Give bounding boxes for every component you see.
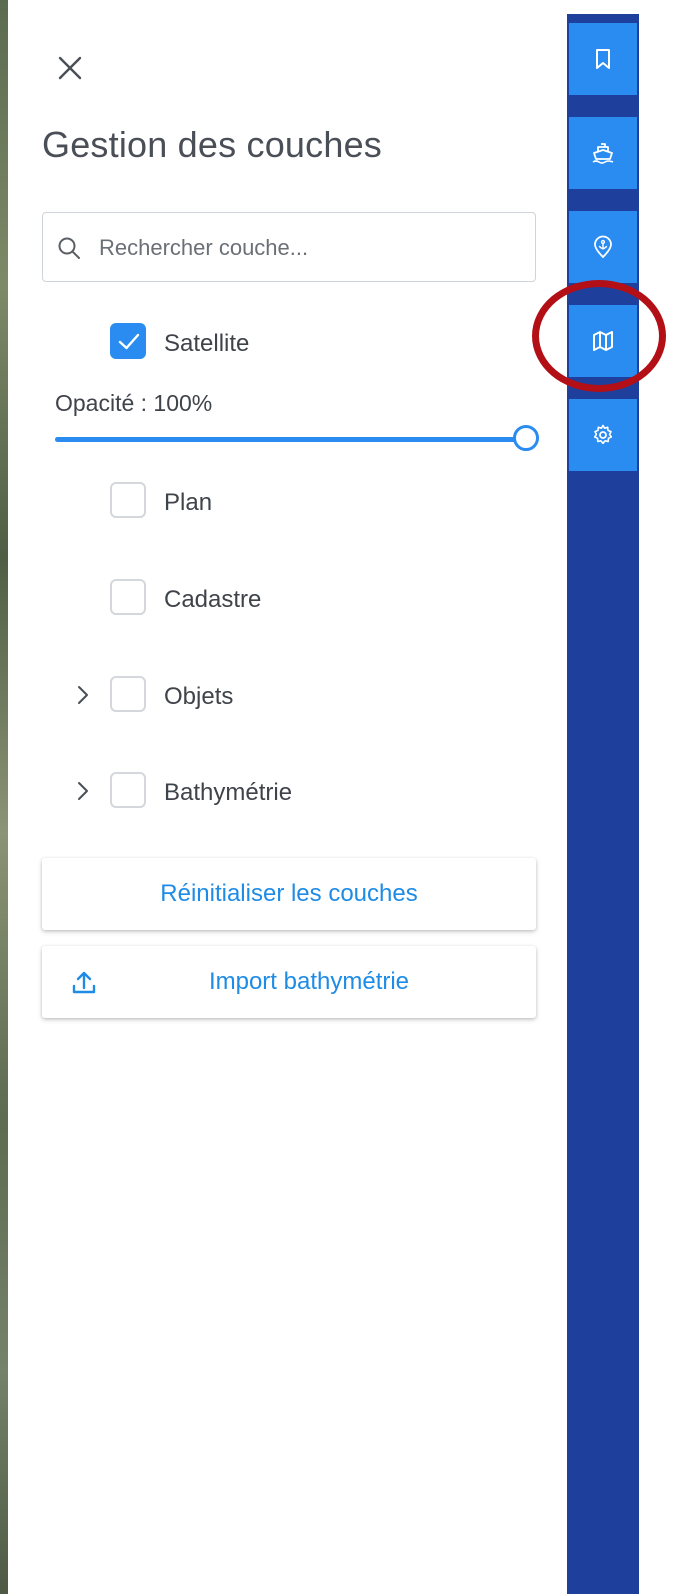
expand-button-objets[interactable]: [72, 684, 94, 706]
expand-button-bathymetrie[interactable]: [72, 780, 94, 802]
search-icon: [58, 237, 80, 259]
import-bathymetry-button[interactable]: Import bathymétrie: [42, 946, 536, 1018]
checkmark-icon: [118, 333, 140, 350]
rail-button-ship[interactable]: [569, 117, 637, 189]
slider-fill: [55, 437, 526, 442]
rail-button-layers-map[interactable]: [569, 305, 637, 377]
bookmark-icon: [596, 49, 610, 69]
layer-label-cadastre: Cadastre: [164, 586, 262, 613]
panel-title: Gestion des couches: [42, 124, 382, 165]
layer-checkbox-plan[interactable]: [110, 482, 146, 518]
chevron-right-icon: [78, 782, 88, 800]
gear-icon: [593, 424, 613, 445]
layer-row-bathymetrie: Bathymétrie: [0, 771, 540, 811]
rail-button-anchor-location[interactable]: [569, 211, 637, 283]
layer-checkbox-cadastre[interactable]: [110, 579, 146, 615]
search-box: [42, 212, 536, 282]
reset-layers-button[interactable]: Réinitialiser les couches: [42, 858, 536, 930]
layer-row-satellite: Satellite: [0, 322, 540, 362]
layer-label-plan: Plan: [164, 489, 213, 516]
opacity-slider[interactable]: [55, 424, 539, 454]
ship-icon: [592, 143, 614, 164]
import-bathymetry-label: Import bathymétrie: [208, 968, 410, 995]
slider-thumb[interactable]: [513, 425, 539, 451]
layer-checkbox-objets[interactable]: [110, 676, 146, 712]
reset-layers-label: Réinitialiser les couches: [160, 880, 418, 907]
rail-button-settings[interactable]: [569, 399, 637, 471]
layer-label-objets: Objets: [164, 683, 234, 710]
opacity-label: Opacité : 100%: [55, 390, 213, 416]
map-icon: [593, 331, 613, 351]
layer-checkbox-bathymetrie[interactable]: [110, 772, 146, 808]
layer-label-satellite: Satellite: [164, 330, 250, 357]
anchor-pin-icon: [594, 235, 612, 259]
layer-row-plan: Plan: [0, 481, 540, 521]
layer-row-objets: Objets: [0, 675, 540, 715]
right-toolbar: [567, 14, 639, 1594]
chevron-right-icon: [78, 686, 88, 704]
search-input[interactable]: [97, 225, 521, 271]
layer-row-cadastre: Cadastre: [0, 578, 540, 618]
close-button[interactable]: [54, 52, 86, 84]
rail-button-bookmarks[interactable]: [569, 23, 637, 95]
layer-checkbox-satellite[interactable]: [110, 323, 146, 359]
close-icon: [58, 56, 82, 80]
layer-label-bathymetrie: Bathymétrie: [164, 779, 293, 806]
